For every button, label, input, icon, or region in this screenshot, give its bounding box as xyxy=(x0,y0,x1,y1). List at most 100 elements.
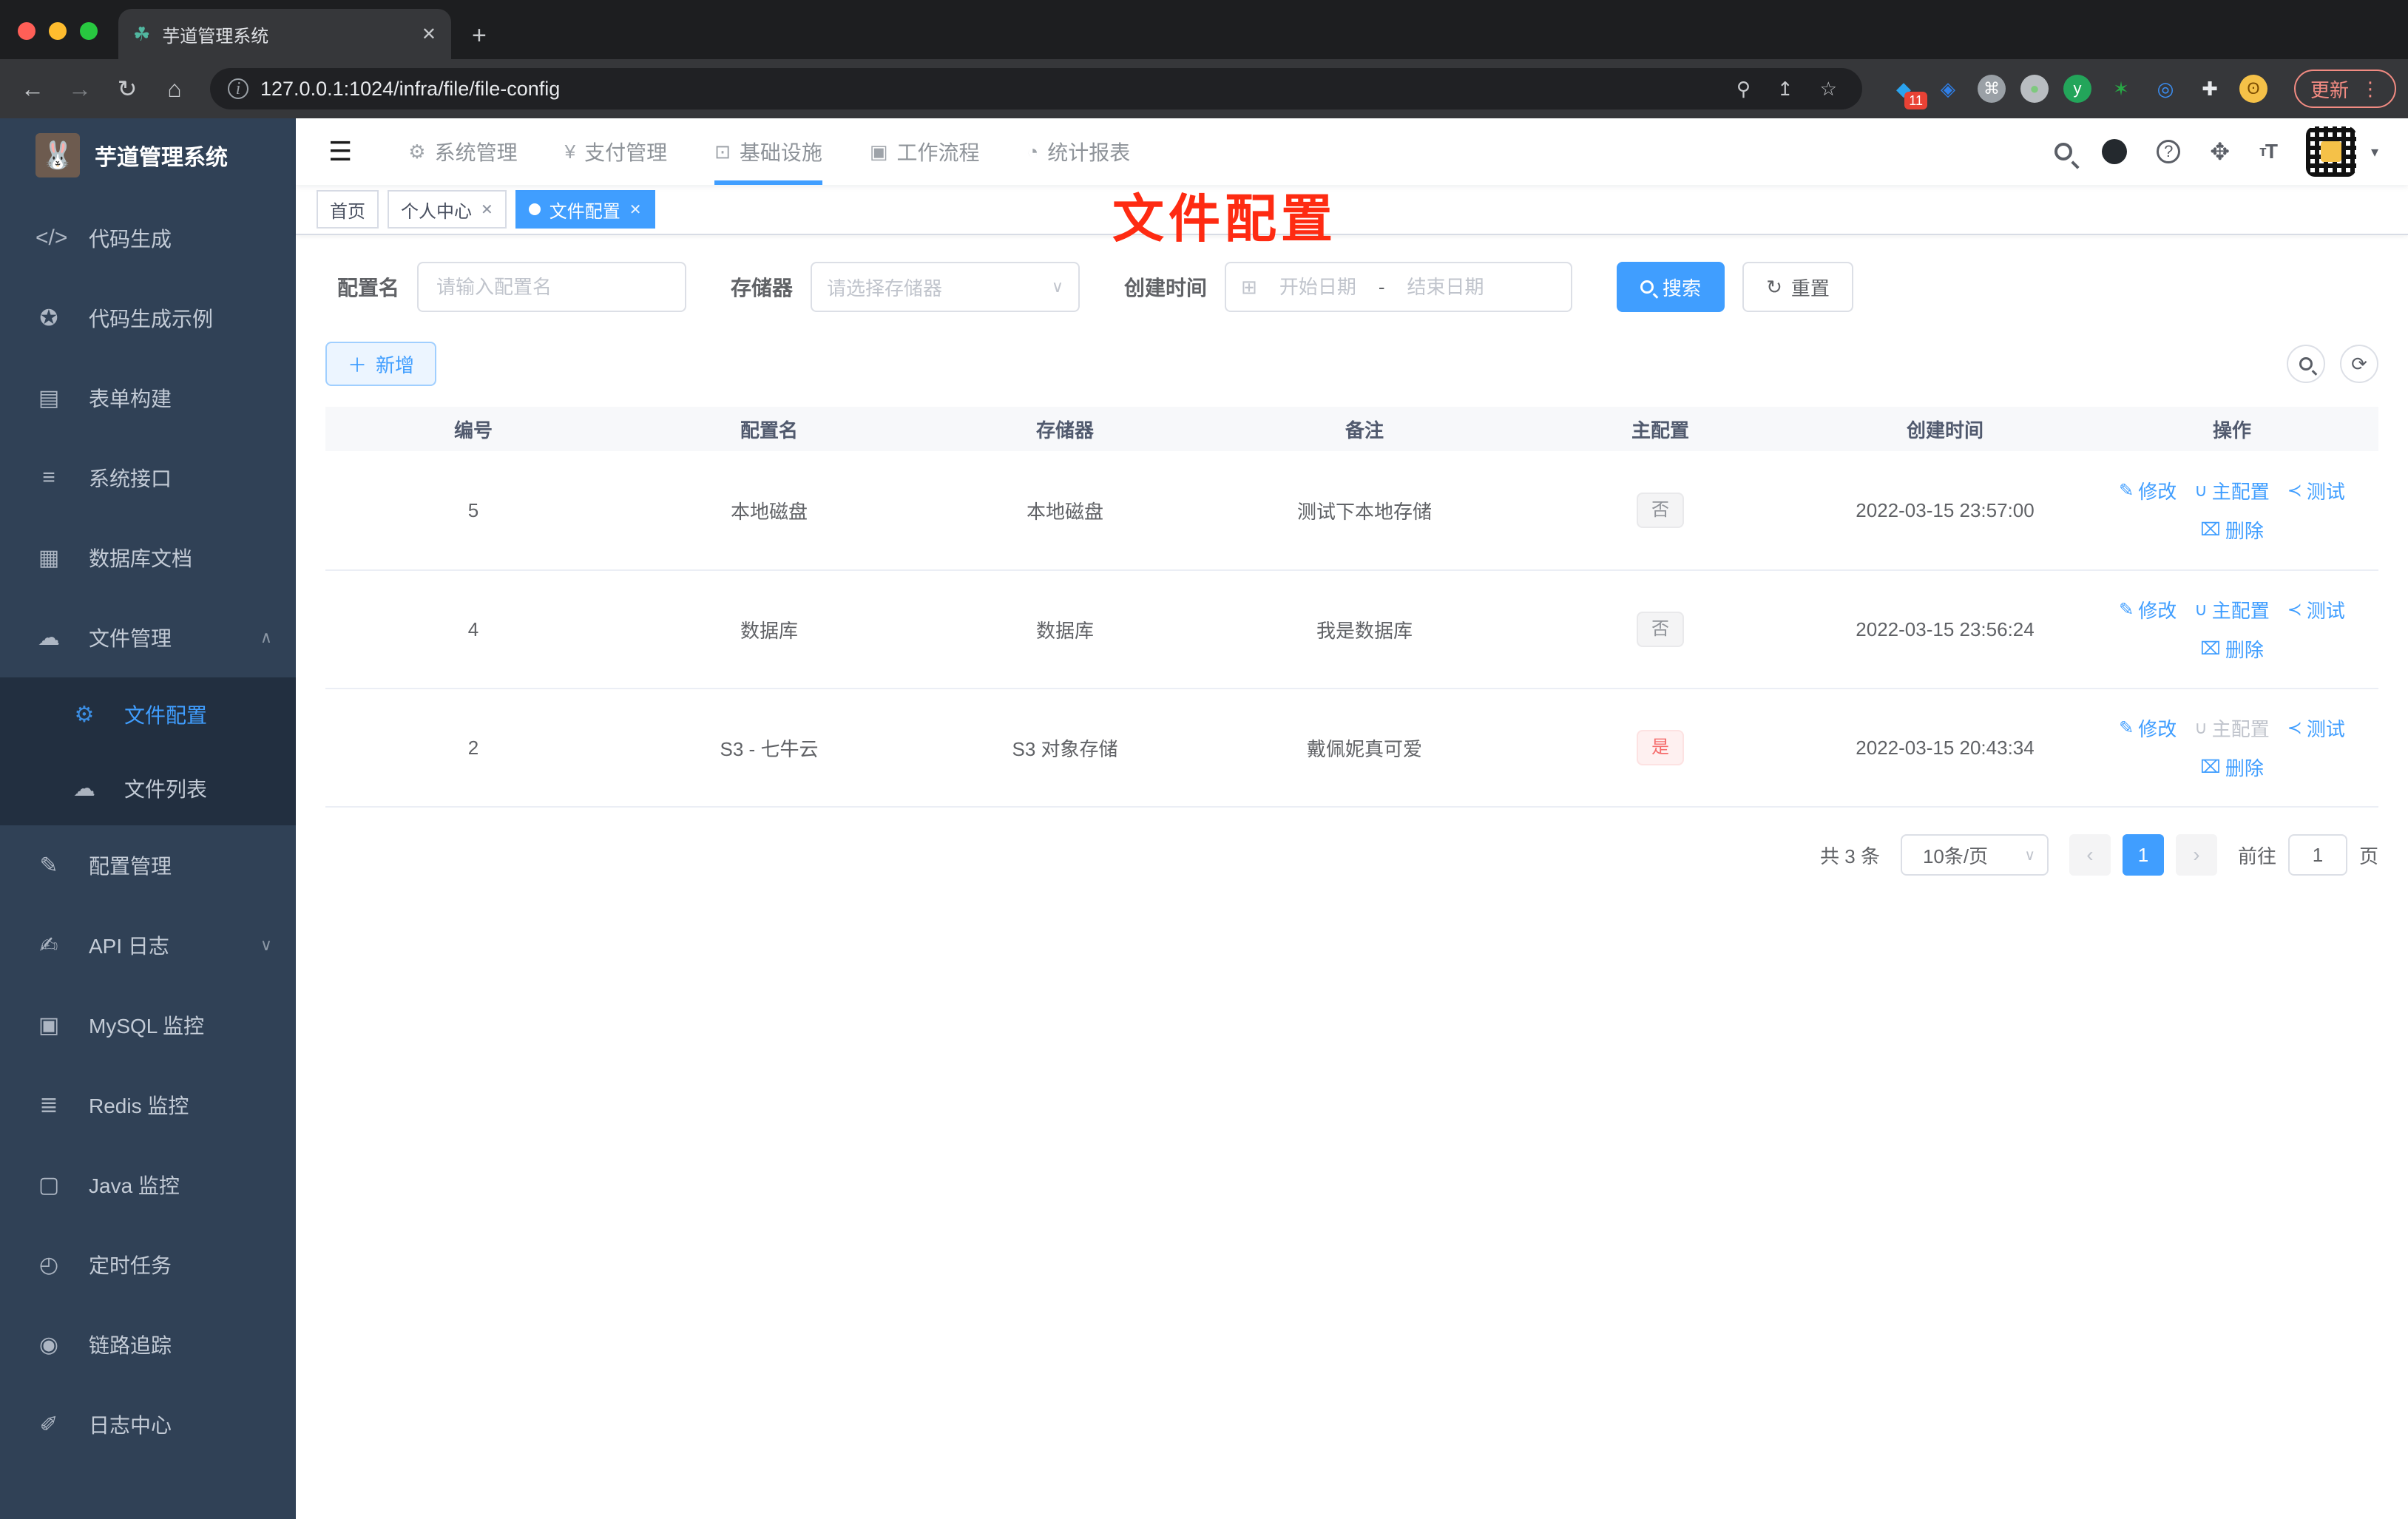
master-config-action-link[interactable]: ∪ 主配置 xyxy=(2194,596,2270,623)
rings-icon[interactable]: ◎ xyxy=(2151,74,2180,104)
date-range-picker[interactable]: ⊞ - xyxy=(1225,262,1573,312)
goto-page-input[interactable] xyxy=(2287,834,2347,876)
sidebar-item-4[interactable]: ≡ 系统接口 xyxy=(0,438,296,518)
sidebar-item-8[interactable]: ☁ 文件列表 xyxy=(0,751,296,825)
close-icon[interactable]: ✕ xyxy=(481,200,493,219)
sidebar-item-1[interactable]: </> 代码生成 xyxy=(0,198,296,278)
minimize-window-button[interactable] xyxy=(49,22,67,40)
site-info-icon[interactable]: i xyxy=(228,78,248,99)
forward-icon[interactable]: → xyxy=(59,68,101,109)
test-action-link[interactable]: ≺ 测试 xyxy=(2287,714,2345,742)
delete-action-link[interactable]: ⌧ 删除 xyxy=(2200,754,2264,781)
config-name-input[interactable] xyxy=(417,262,687,312)
sidebar-item-14[interactable]: ◴ 定时任务 xyxy=(0,1225,296,1305)
master-config-action-link[interactable]: ∪ 主配置 xyxy=(2194,477,2270,504)
action-label: 删除 xyxy=(2225,757,2264,779)
more-menu-icon[interactable]: ⋮ xyxy=(2361,78,2380,101)
page-number-button[interactable]: 1 xyxy=(2122,834,2164,876)
tags-view-item-3[interactable]: 文件配置 ✕ xyxy=(515,190,655,229)
page-size-select[interactable]: 10条/页 ∨ xyxy=(1900,834,2049,876)
browser-tab[interactable]: ☘ 芋道管理系统 ✕ xyxy=(118,9,451,59)
add-button[interactable]: ＋ 新增 xyxy=(325,342,437,386)
plus-icon: ＋ xyxy=(348,353,368,376)
edit-action-link[interactable]: ✎ 修改 xyxy=(2119,714,2177,742)
sidebar-item-16[interactable]: ✐ 日志中心 xyxy=(0,1384,296,1464)
database-doc-icon: ▦ xyxy=(38,545,60,570)
sidebar-item-2[interactable]: ✪ 代码生成示例 xyxy=(0,278,296,358)
address-bar[interactable]: i 127.0.0.1:1024/infra/file/file-config … xyxy=(210,68,1862,109)
sidebar-item-9[interactable]: ✎ 配置管理 xyxy=(0,825,296,905)
delete-action-link[interactable]: ⌧ 删除 xyxy=(2200,635,2264,663)
refresh-table-button[interactable]: ⟳ xyxy=(2340,345,2378,383)
top-nav-item-1[interactable]: ⚙ 系统管理 xyxy=(390,118,535,185)
sidebar-logo[interactable]: 🐰 芋道管理系统 xyxy=(0,118,296,192)
delete-action-link[interactable]: ⌧ 删除 xyxy=(2200,516,2264,544)
sidebar-item-12[interactable]: ≣ Redis 监控 xyxy=(0,1065,296,1145)
sidebar-item-6[interactable]: ☁ 文件管理 ∧ xyxy=(0,598,296,677)
share-icon[interactable]: ↥ xyxy=(1770,78,1801,101)
reset-button[interactable]: ↻ 重置 xyxy=(1742,262,1853,312)
sidebar-item-7[interactable]: ⚙ 文件配置 xyxy=(0,677,296,751)
gem-icon[interactable]: ◈ xyxy=(1933,74,1963,104)
top-nav-item-5[interactable]: ◔ 统计报表 xyxy=(1009,118,1149,185)
back-icon[interactable]: ← xyxy=(12,68,53,109)
github-icon[interactable] xyxy=(2102,139,2128,164)
record-circle-icon[interactable]: ● xyxy=(2020,75,2049,103)
sidebar-item-5[interactable]: ▦ 数据库文档 xyxy=(0,518,296,598)
close-window-button[interactable] xyxy=(18,22,35,40)
search-button[interactable]: 搜索 xyxy=(1617,262,1725,312)
top-nav-item-3[interactable]: ⊡ 基础设施 xyxy=(697,118,840,185)
reload-icon[interactable]: ↻ xyxy=(106,68,148,109)
sidebar-item-13[interactable]: ▢ Java 监控 xyxy=(0,1145,296,1225)
green-star-icon[interactable]: ✶ xyxy=(2106,74,2136,104)
storage-select[interactable]: 请选择存储器 ∨ xyxy=(811,262,1080,312)
top-nav-item-2[interactable]: ¥ 支付管理 xyxy=(547,118,685,185)
sidebar-item-3[interactable]: ▤ 表单构建 xyxy=(0,358,296,438)
browser-update-button[interactable]: 更新 ⋮ xyxy=(2293,70,2396,108)
y-circle-icon[interactable]: y xyxy=(2063,75,2091,103)
password-key-icon[interactable]: ⚲ xyxy=(1729,78,1758,101)
tags-view-item-1[interactable]: 首页 xyxy=(317,190,379,229)
bookmark-star-icon[interactable]: ☆ xyxy=(1813,78,1844,101)
edit-action-link[interactable]: ✎ 修改 xyxy=(2119,596,2177,623)
test-action-link[interactable]: ≺ 测试 xyxy=(2287,596,2345,623)
top-nav-item-4[interactable]: ▣ 工作流程 xyxy=(852,118,998,185)
tag-label: 个人中心 xyxy=(401,201,472,222)
font-size-icon[interactable]: тT xyxy=(2259,140,2278,163)
prev-page-button[interactable]: ‹ xyxy=(2069,834,2111,876)
sidebar-collapse-icon[interactable]: ☰ xyxy=(317,136,364,167)
sidebar-menu: </> 代码生成 ✪ 代码生成示例 ▤ 表单构建 ≡ 系统接口 ▦ 数据库文档 ☁ 文件管理 ∧ ⚙ 文件配… xyxy=(0,198,296,1464)
tab-close-icon[interactable]: ✕ xyxy=(422,24,436,45)
cell-remark: 戴佩妮真可爱 xyxy=(1306,737,1422,760)
help-icon[interactable]: ? xyxy=(2157,140,2181,163)
avatar[interactable] xyxy=(2305,126,2356,177)
start-date-input[interactable] xyxy=(1265,275,1370,299)
end-date-input[interactable] xyxy=(1393,275,1498,299)
cell-id: 4 xyxy=(467,618,479,640)
next-page-button[interactable]: › xyxy=(2175,834,2217,876)
tags-view-item-2[interactable]: 个人中心 ✕ xyxy=(388,190,507,229)
goto-label: 前往 xyxy=(2237,845,2276,867)
fullscreen-icon[interactable]: ✥ xyxy=(2210,138,2230,166)
pagination: 共 3 条 10条/页 ∨ ‹ 1 › 前往 页 xyxy=(325,834,2378,876)
command-circle-icon[interactable]: ⌘ xyxy=(1977,75,2006,103)
home-icon[interactable]: ⌂ xyxy=(154,68,195,109)
edit-pencil-icon: ✎ xyxy=(2119,481,2134,501)
test-action-link[interactable]: ≺ 测试 xyxy=(2287,477,2345,504)
blocks-diamond-icon[interactable]: ◆ 11 xyxy=(1889,74,1927,109)
emoji-face-icon[interactable]: ʘ xyxy=(2239,75,2267,103)
edit-action-link[interactable]: ✎ 修改 xyxy=(2119,477,2177,504)
sidebar-item-label: Java 监控 xyxy=(89,1174,180,1197)
sidebar-item-10[interactable]: ✍ API 日志 ∨ xyxy=(0,905,296,985)
close-icon[interactable]: ✕ xyxy=(629,200,642,219)
cloud-upload-icon: ☁ xyxy=(73,776,95,801)
new-tab-button[interactable]: + xyxy=(451,21,507,59)
sidebar-item-11[interactable]: ▣ MySQL 监控 xyxy=(0,985,296,1065)
sidebar-item-15[interactable]: ◉ 链路追踪 xyxy=(0,1305,296,1384)
toggle-search-button[interactable] xyxy=(2287,345,2325,383)
search-icon[interactable] xyxy=(2054,143,2073,160)
puzzle-icon[interactable]: ✚ xyxy=(2195,74,2225,104)
chevron-down-icon[interactable]: ▾ xyxy=(2371,143,2378,161)
actions-line-1: ✎ 修改 ∪ 主配置 ≺ 测试 xyxy=(2119,477,2345,504)
zoom-window-button[interactable] xyxy=(80,22,98,40)
